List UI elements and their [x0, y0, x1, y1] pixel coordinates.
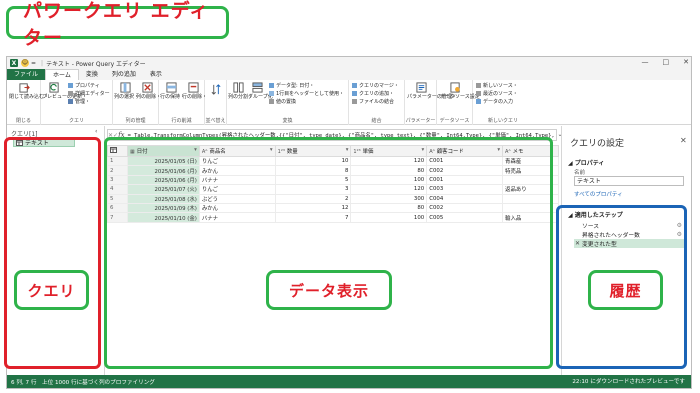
parameters-icon [415, 82, 427, 93]
replace-icon [269, 99, 274, 104]
close-window-button[interactable]: ✕ [683, 58, 689, 66]
combine-files-icon [352, 99, 357, 104]
new-source-button[interactable]: 新しいソース・ [476, 82, 518, 89]
advanced-editor-icon [68, 91, 73, 96]
ribbon-group-label: 結合 [371, 118, 382, 124]
ribbon-group-sort: 並べ替え [205, 80, 227, 125]
annotation-label-history: 履歴 [588, 270, 663, 310]
manage-icon [68, 99, 73, 104]
tab-transform[interactable]: 変換 [79, 69, 105, 80]
append-queries-button[interactable]: クエリの追加・ [352, 90, 394, 97]
data-type-dropdown[interactable]: データ型: 日付・ [269, 82, 314, 89]
ribbon-group-label: パラメーター [405, 118, 436, 124]
data-type-icon [269, 83, 274, 88]
remove-columns-button[interactable]: 列の削除・ [136, 82, 161, 100]
use-first-row-as-headers-button[interactable]: 1行目をヘッダーとして使用・ [269, 90, 344, 97]
ribbon: 閉じて読み込む・ 閉じる プレビューの更新・ プロパティ 詳細エディター 管理・… [7, 80, 691, 125]
data-source-icon [449, 82, 460, 93]
ribbon-group-query: プレビューの更新・ プロパティ 詳細エディター 管理・ クエリ [41, 80, 113, 125]
enter-data-icon [476, 99, 481, 104]
ribbon-group-transform: 列の分割・ グループ化 データ型: 日付・ 1行目をヘッダーとして使用・ 値の置… [227, 80, 349, 125]
minimize-button[interactable]: — [642, 58, 649, 66]
excel-logo-icon: X [10, 59, 18, 67]
ribbon-group-combine: クエリのマージ・ クエリの追加・ ファイルの結合 結合 [349, 80, 405, 125]
ribbon-group-label: 閉じる [15, 118, 31, 124]
refresh-preview-button[interactable]: プレビューの更新・ [42, 82, 87, 100]
manage-parameters-button[interactable]: パラメーターの管理・ [407, 82, 457, 100]
annotation-label-query: クエリ [14, 270, 89, 310]
tab-file[interactable]: ファイル [7, 69, 46, 80]
query-settings-title: クエリの設定 [570, 139, 625, 149]
name-label: 名前 [574, 170, 586, 176]
recent-sources-icon [476, 91, 481, 96]
properties-icon [68, 83, 73, 88]
keep-rows-icon [165, 82, 177, 93]
properties-button[interactable]: プロパティ [68, 82, 100, 89]
query-name-field[interactable]: テキスト [574, 176, 684, 186]
remove-rows-button[interactable]: 行の削除・ [182, 82, 207, 100]
ribbon-group-label: 列の管理 [125, 118, 146, 124]
annotation-label-data: データ表示 [266, 270, 392, 310]
group-by-icon [251, 82, 263, 93]
close-and-load-icon [18, 83, 30, 93]
remove-rows-icon [187, 82, 199, 93]
properties-section-header[interactable]: ◢ プロパティ [568, 158, 604, 167]
split-column-button[interactable]: 列の分割・ [228, 82, 253, 100]
merge-icon [352, 83, 357, 88]
ribbon-group-label: 新しいクエリ [487, 118, 518, 124]
recent-sources-button[interactable]: 最近のソース・ [476, 90, 518, 97]
advanced-editor-button[interactable]: 詳細エディター [68, 90, 110, 97]
enter-data-button[interactable]: データの入力 [476, 98, 513, 105]
choose-columns-icon [119, 82, 131, 93]
title-divider: | [41, 59, 44, 67]
headers-icon [269, 91, 274, 96]
group-by-button[interactable]: グループ化 [248, 82, 273, 100]
ribbon-group-reduce-rows: 行の保持・ 行の削除・ 行の削減 [159, 80, 207, 125]
remove-columns-icon [141, 82, 153, 93]
ribbon-group-new-query: 新しいソース・ 最近のソース・ データの入力 新しいクエリ [473, 80, 533, 125]
annotation-box-data [104, 137, 553, 369]
ribbon-tabs: ファイル ホーム 変換 列の追加 表示 [7, 69, 691, 80]
tab-view[interactable]: 表示 [143, 69, 169, 80]
annotation-box-query [4, 137, 101, 369]
replace-values-button[interactable]: 値の置換 [269, 98, 296, 105]
collapse-queries-button[interactable]: ‹ [95, 128, 97, 135]
refresh-icon [48, 82, 59, 93]
keep-rows-button[interactable]: 行の保持・ [160, 82, 185, 100]
ribbon-group-label: 行の削減 [171, 118, 192, 124]
sort-button[interactable] [207, 84, 225, 96]
ribbon-group-close: 閉じて読み込む・ 閉じる [7, 80, 49, 125]
close-and-load-button[interactable]: 閉じて読み込む・ [9, 82, 49, 100]
merge-queries-button[interactable]: クエリのマージ・ [352, 82, 399, 89]
status-bar: 6 列, 7 行 上位 1000 行に基づく列のプロファイリング 22:10 に… [7, 375, 691, 388]
all-properties-link[interactable]: すべてのプロパティ [574, 190, 623, 198]
close-settings-button[interactable]: ✕ [680, 136, 687, 145]
tab-home[interactable]: ホーム [45, 69, 79, 80]
data-source-settings-button[interactable]: データソース設定 [440, 82, 480, 100]
ribbon-group-parameters: パラメーターの管理・ パラメーター [405, 80, 457, 125]
status-text-right: 22:10 にダウンロードされたプレビューです [572, 379, 685, 385]
annotation-title: パワークエリ エディター [6, 0, 229, 49]
ribbon-group-label: 並べ替え [205, 118, 226, 124]
combine-files-button[interactable]: ファイルの結合 [352, 98, 394, 105]
quick-access-toolbar[interactable]: = [31, 60, 36, 67]
ribbon-group-label: 変換 [282, 118, 293, 124]
ribbon-group-data-source: データソース設定 データソース [437, 80, 480, 125]
window-title: テキスト - Power Query エディター [46, 60, 146, 68]
append-icon [352, 91, 357, 96]
ribbon-group-manage-columns: 列の選択・ 列の削除・ 列の管理 [113, 80, 161, 125]
title-bar: X ☺ = | テキスト - Power Query エディター — □ ✕ [7, 57, 691, 69]
manage-button[interactable]: 管理・ [68, 98, 90, 105]
new-source-icon [476, 83, 481, 88]
ribbon-group-label: クエリ [68, 118, 84, 124]
status-text-left: 6 列, 7 行 上位 1000 行に基づく列のプロファイリング [11, 380, 155, 386]
maximize-button[interactable]: □ [663, 58, 670, 66]
split-column-icon [232, 82, 244, 93]
sort-icon [211, 84, 220, 95]
tab-add-column[interactable]: 列の追加 [105, 69, 143, 80]
ribbon-group-label: データソース [439, 118, 470, 124]
feedback-smiley-icon[interactable]: ☺ [21, 59, 29, 67]
choose-columns-button[interactable]: 列の選択・ [114, 82, 139, 100]
